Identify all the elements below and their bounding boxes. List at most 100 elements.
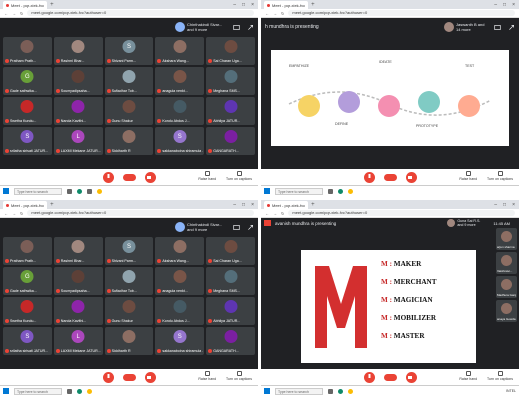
presenter-chip[interactable]: Guna Sai R.S. and 9 more [447, 219, 483, 227]
camera-off-button[interactable] [144, 371, 156, 383]
reload-icon[interactable]: ↻ [281, 211, 284, 216]
maximize-icon[interactable]: □ [242, 2, 245, 8]
participant-tile[interactable]: Nanda Kavithi... [53, 97, 103, 125]
raise-hand-button[interactable]: Raise hand [459, 171, 477, 181]
raise-hand-button[interactable]: Raise hand [198, 171, 216, 181]
minimize-icon[interactable]: – [494, 2, 497, 8]
reload-icon[interactable]: ↻ [281, 11, 284, 16]
task-view-icon[interactable] [67, 188, 72, 194]
participant-tile[interactable]: Sufiadhar Tob... [104, 67, 154, 95]
participant-tile[interactable]: Ssrilatha sirisati JATUR... [3, 127, 52, 155]
pin-icon[interactable] [508, 24, 515, 31]
pin-icon[interactable] [247, 24, 254, 31]
camera-off-button[interactable] [405, 371, 417, 383]
raise-hand-button[interactable]: Raise hand [198, 371, 216, 381]
participant-tile[interactable]: Meghana SMS... [206, 267, 255, 295]
back-icon[interactable]: ← [265, 11, 269, 16]
participant-tile[interactable]: anagula venkt... [155, 67, 205, 95]
participant-tile[interactable]: Gunu Shakur [104, 97, 154, 125]
forward-icon[interactable]: → [12, 211, 16, 216]
participant-tile[interactable]: Rashmi Bhar... [53, 237, 103, 265]
leave-call-button[interactable] [383, 373, 397, 381]
participant-tile[interactable]: Rashmi Bhar... [53, 37, 103, 65]
mic-off-button[interactable] [363, 371, 375, 383]
raise-hand-button[interactable]: Raise hand [459, 371, 477, 381]
task-view-icon[interactable] [328, 188, 333, 194]
mic-off-button[interactable] [102, 171, 114, 183]
reload-icon[interactable]: ↻ [20, 11, 23, 16]
back-icon[interactable]: ← [265, 211, 269, 216]
edge-icon[interactable] [338, 388, 343, 394]
participant-tile[interactable]: Ssrilatha sirisati JATUR... [3, 327, 52, 355]
layout-icon[interactable] [233, 224, 240, 231]
minimize-icon[interactable]: – [233, 2, 236, 8]
participant-tile[interactable]: GANGARATH... [206, 327, 255, 355]
participant-tile[interactable]: Siddharth R [104, 127, 154, 155]
participant-tile[interactable]: Abhilya JATUR... [206, 97, 255, 125]
browser-tab[interactable]: Meet - pqr-xiek-fvc [264, 201, 309, 209]
participant-tile[interactable]: Ssakkanaboina shiramula ... [155, 327, 205, 355]
participant-tile[interactable]: Pratham Prath... [3, 37, 52, 65]
presenter-chip[interactable]: Chinthakindi Sivar... and 9 more [175, 22, 225, 32]
back-icon[interactable]: ← [4, 11, 8, 16]
forward-icon[interactable]: → [273, 211, 277, 216]
new-tab-icon[interactable]: + [50, 202, 54, 208]
captions-button[interactable]: Turn on captions [487, 371, 513, 381]
participant-tile[interactable]: Kondu Abdus J... [155, 97, 205, 125]
leave-call-button[interactable] [122, 173, 136, 181]
minimize-icon[interactable]: – [494, 202, 497, 208]
participant-tile[interactable]: Vaishnavi... [496, 252, 517, 274]
leave-call-button[interactable] [122, 373, 136, 381]
participant-tile[interactable]: G Gade sathwika... [3, 267, 52, 295]
participant-tile[interactable]: Sai Charan Uga... [206, 37, 255, 65]
participant-tile[interactable]: GANGARATH... [206, 127, 255, 155]
maximize-icon[interactable]: □ [503, 2, 506, 8]
url-field[interactable]: meet.google.com/pqr-xiek-fvc?authuser=0 [288, 10, 515, 16]
participant-tile[interactable]: Gunu Shakur [104, 297, 154, 325]
reload-icon[interactable]: ↻ [20, 211, 23, 216]
maximize-icon[interactable]: □ [503, 202, 506, 208]
taskbar-search[interactable]: Type here to search [275, 387, 323, 395]
url-field[interactable]: meet.google.com/pqr-xiek-fvc?authuser=0 [27, 10, 254, 16]
url-field[interactable]: meet.google.com/pqr-xiek-fvc?authuser=0 [288, 210, 515, 216]
mic-off-button[interactable] [102, 371, 114, 383]
forward-icon[interactable]: → [273, 11, 277, 16]
taskbar-search[interactable]: Type here to search [14, 187, 62, 195]
url-field[interactable]: meet.google.com/pqr-xiek-fvc?authuser=0 [27, 210, 254, 216]
presenter-chip[interactable]: Chinthakindi Sivar... and 9 more [175, 222, 225, 232]
windows-start-icon[interactable] [3, 188, 9, 194]
captions-button[interactable]: Turn on captions [487, 171, 513, 181]
windows-start-icon[interactable] [264, 388, 270, 394]
participant-tile[interactable]: S Shivani Parm... [104, 237, 154, 265]
forward-icon[interactable]: → [12, 11, 16, 16]
maximize-icon[interactable]: □ [242, 202, 245, 208]
browser-tab[interactable]: Meet - pqr-xiek-fvc [3, 1, 48, 9]
task-view-icon[interactable] [67, 388, 72, 394]
participant-tile[interactable]: L LAXMI Mekane JATUR... [53, 127, 103, 155]
participant-tile[interactable]: Sai Charan Uga... [206, 237, 255, 265]
edge-icon[interactable] [338, 188, 343, 194]
participant-tile[interactable]: Kondu Abdus J... [155, 297, 205, 325]
participant-tile[interactable]: Soumyadipsaha... [53, 67, 103, 95]
edge-icon[interactable] [77, 388, 82, 394]
layout-icon[interactable] [494, 24, 501, 31]
chrome-icon[interactable] [348, 188, 353, 194]
close-icon[interactable]: × [251, 2, 254, 8]
minimize-icon[interactable]: – [233, 202, 236, 208]
camera-off-button[interactable] [144, 171, 156, 183]
participant-tile[interactable]: Abhilya JATUR... [206, 297, 255, 325]
chrome-icon[interactable] [97, 188, 102, 194]
leave-call-button[interactable] [383, 173, 397, 181]
participant-tile[interactable]: G Gade sathwika... [3, 67, 52, 95]
chrome-icon[interactable] [87, 388, 92, 394]
new-tab-icon[interactable]: + [311, 2, 315, 8]
participant-tile[interactable]: Siddharth R [104, 327, 154, 355]
participant-tile[interactable]: Swetha Kundu... [3, 297, 52, 325]
pin-icon[interactable] [247, 224, 254, 231]
participant-tile[interactable]: Soumyadipsaha... [53, 267, 103, 295]
taskbar-search[interactable]: Type here to search [14, 387, 62, 395]
presenter-chip[interactable]: Jaswanth B and 14 more [444, 22, 486, 32]
participant-tile[interactable]: Akshara Wang... [155, 37, 205, 65]
close-icon[interactable]: × [512, 2, 515, 8]
mic-off-button[interactable] [363, 171, 375, 183]
